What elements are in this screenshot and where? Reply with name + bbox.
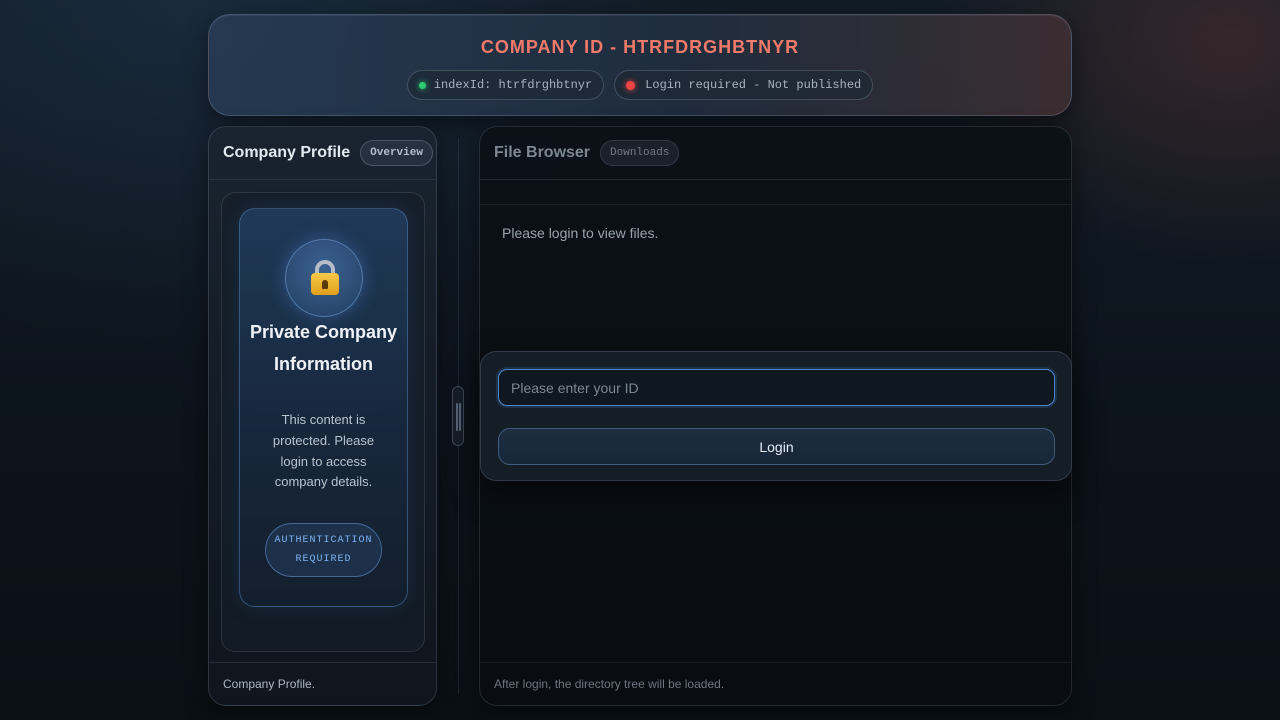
file-browser-footer: After login, the directory tree will be … — [480, 662, 1071, 705]
company-profile-footer: Company Profile. — [209, 662, 436, 705]
overview-tag: Overview — [360, 140, 433, 166]
company-profile-panel: Company Profile Overview Private Company… — [208, 126, 437, 706]
login-form: Login — [480, 351, 1072, 481]
profile-content-frame: Private Company Information This content… — [221, 192, 425, 652]
auth-required-badge: AUTHENTICATION REQUIRED — [265, 523, 382, 577]
login-button[interactable]: Login — [498, 428, 1055, 465]
resize-handle[interactable] — [452, 386, 464, 446]
login-to-view-message: Please login to view files. — [502, 225, 659, 241]
status-chips: indexId: htrfdrghbtnyr Login required - … — [209, 70, 1071, 100]
private-info-title: Private Company Information — [249, 322, 398, 374]
file-browser-toolbar — [480, 180, 1071, 205]
status-dot-red-icon — [626, 80, 636, 90]
company-profile-title: Company Profile — [223, 144, 351, 161]
status-dot-green-icon — [418, 81, 426, 89]
publish-status-text: Login required - Not published — [645, 78, 862, 92]
downloads-tag: Downloads — [600, 140, 680, 166]
company-profile-header: Company Profile Overview — [209, 127, 436, 180]
file-browser-title: File Browser — [494, 144, 591, 161]
auth-required-label: AUTHENTICATION REQUIRED — [274, 535, 373, 565]
private-info-text: This content is protected. Please login … — [272, 412, 375, 490]
file-browser-header: File Browser Downloads — [480, 127, 1071, 180]
index-id-chip: indexId: htrfdrghbtnyr — [406, 70, 605, 100]
lock-icon — [285, 239, 363, 317]
index-id-text: indexId: htrfdrghbtnyr — [433, 78, 593, 92]
page-title: COMPANY ID - HTRFDRGHBTNYR — [480, 37, 800, 57]
company-header: COMPANY ID - HTRFDRGHBTNYR indexId: htrf… — [208, 14, 1072, 116]
id-input[interactable] — [498, 369, 1055, 406]
grip-line-icon — [459, 403, 461, 431]
publish-status-chip: Login required - Not published — [614, 70, 874, 100]
private-info-card: Private Company Information This content… — [239, 208, 408, 607]
grip-line-icon — [456, 403, 458, 431]
